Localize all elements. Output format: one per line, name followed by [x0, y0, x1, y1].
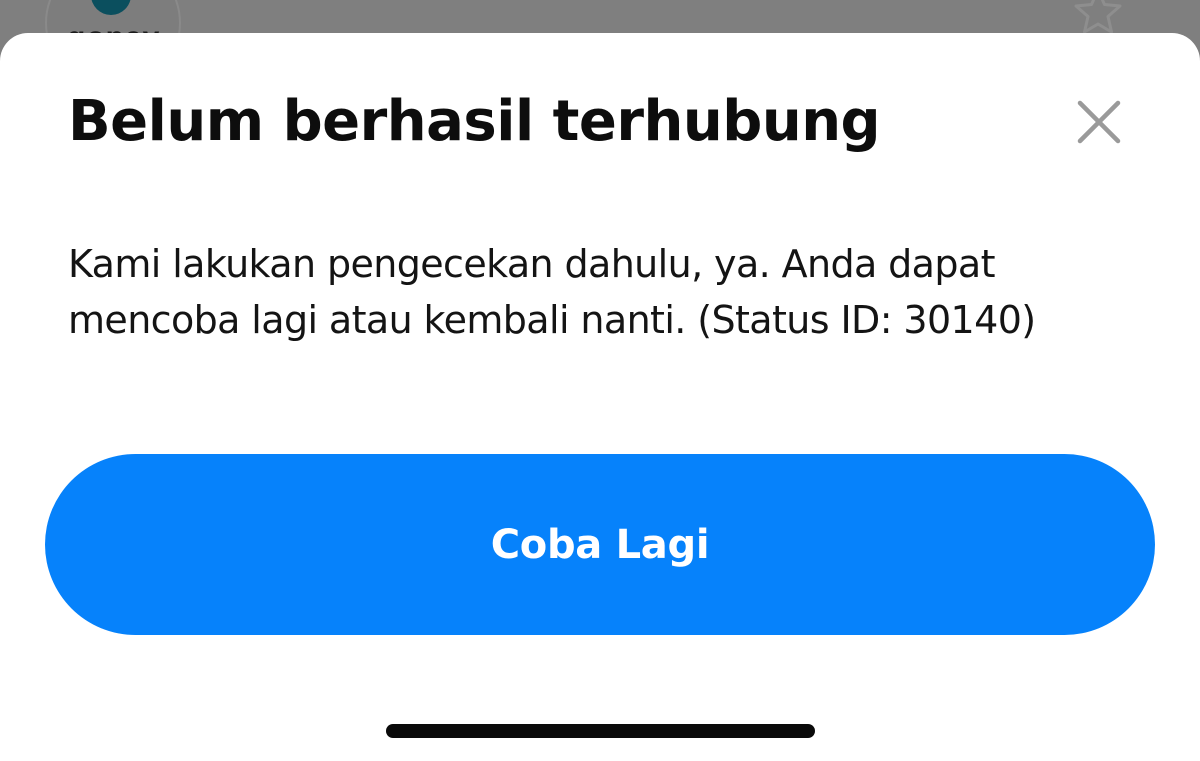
retry-button[interactable]: Coba Lagi [45, 454, 1155, 635]
close-button[interactable] [1068, 91, 1130, 153]
close-icon [1077, 100, 1121, 144]
bottom-sheet-dialog: Belum berhasil terhubung Kami lakukan pe… [0, 33, 1200, 761]
gopay-logo-mark [91, 0, 131, 15]
screen: gopay Belum berhasil terhubung Kami laku… [0, 0, 1200, 761]
dialog-message: Kami lakukan pengecekan dahulu, ya. Anda… [68, 242, 1036, 342]
home-indicator[interactable] [386, 724, 815, 738]
retry-button-label: Coba Lagi [490, 521, 710, 568]
dialog-title: Belum berhasil terhubung [68, 89, 881, 154]
